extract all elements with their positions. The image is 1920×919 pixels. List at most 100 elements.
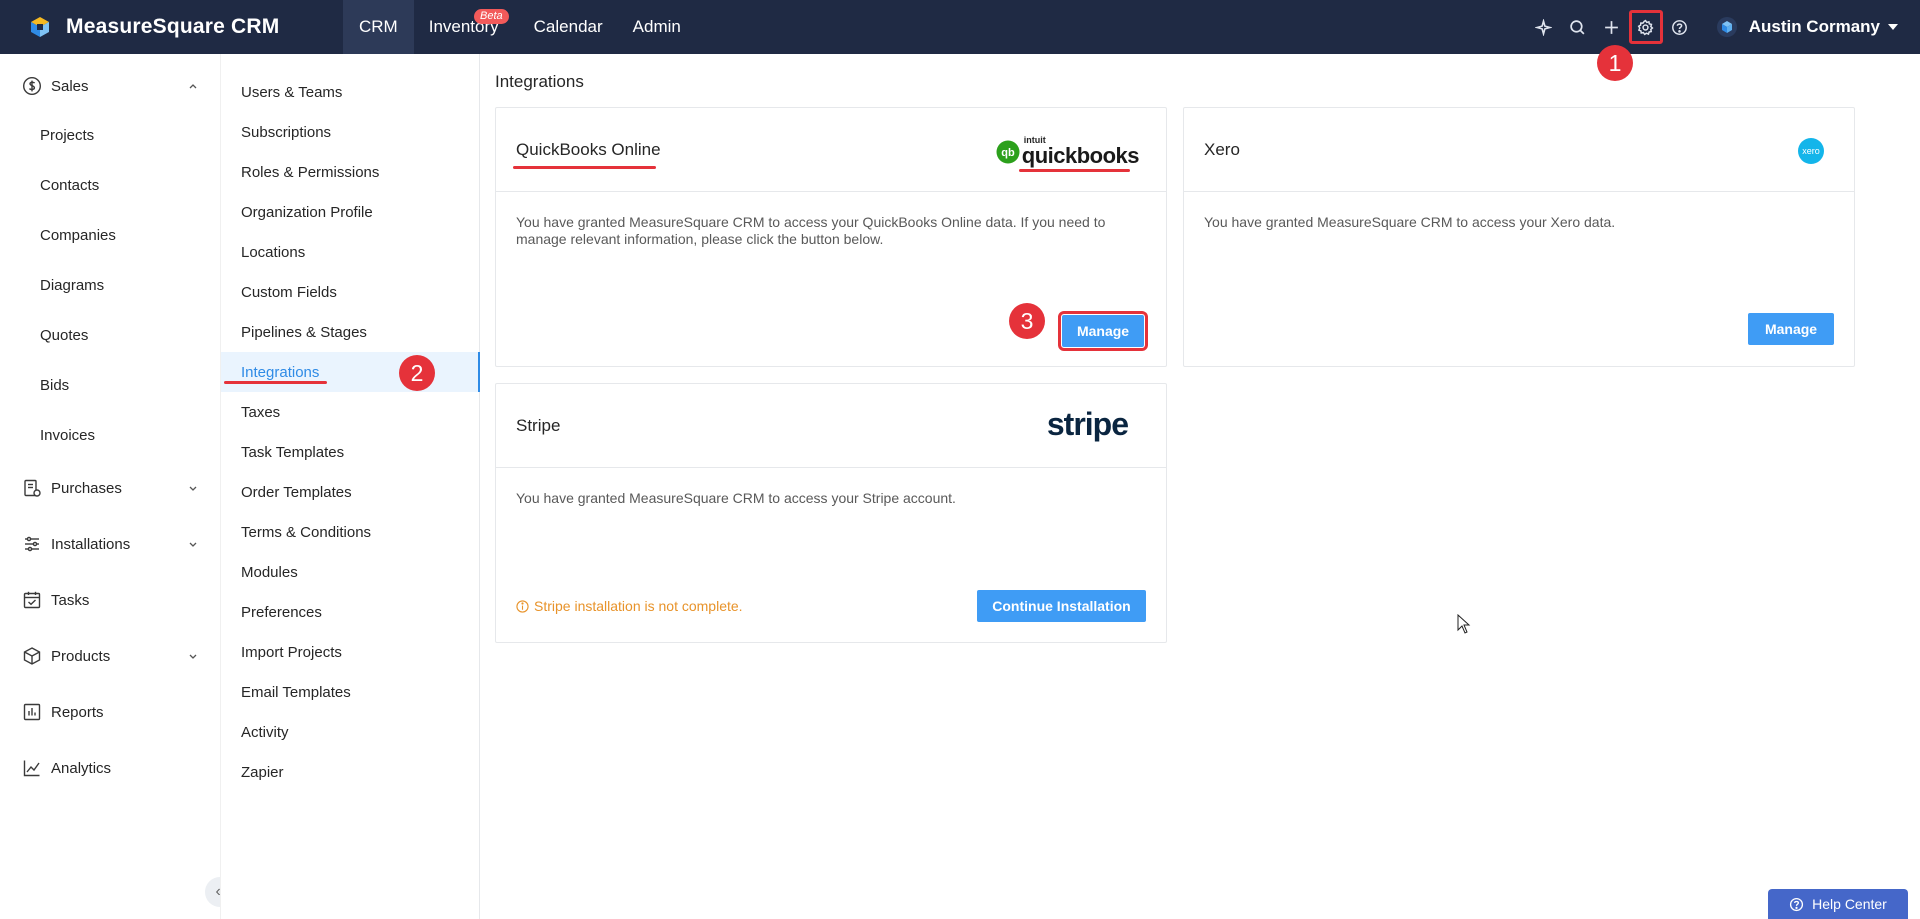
xero-logo-icon: xero — [1798, 138, 1824, 164]
topnav-calendar[interactable]: Calendar — [519, 0, 618, 54]
settings-item-locations[interactable]: Locations — [221, 232, 480, 272]
sidebar-item-label: Tasks — [51, 591, 90, 609]
svg-text:qb: qb — [1001, 147, 1015, 159]
settings-item-terms-conditions[interactable]: Terms & Conditions — [221, 512, 480, 552]
top-nav: CRM Inventory Beta Calendar Admin — [343, 0, 696, 54]
settings-item-modules[interactable]: Modules — [221, 552, 480, 592]
chevron-down-icon — [189, 486, 197, 491]
line-chart-icon — [23, 760, 40, 777]
settings-item-pipelines-stages[interactable]: Pipelines & Stages — [221, 312, 480, 352]
top-right-tools: Austin Cormany — [1527, 0, 1898, 54]
installation-icon — [25, 536, 39, 552]
sidebar-item-products[interactable]: Products — [0, 631, 220, 681]
quickbooks-logo-text: quickbooks — [1021, 143, 1140, 168]
stripe-logo-text: stripe — [1046, 406, 1129, 442]
step-marker-3: 3 — [1009, 303, 1045, 339]
sidebar-item-purchases[interactable]: Purchases — [0, 463, 220, 513]
settings-item-import-projects[interactable]: Import Projects — [221, 632, 480, 672]
settings-item-order-templates[interactable]: Order Templates — [221, 472, 480, 512]
sidebar: Sales Projects Contacts Companies Diagra… — [0, 54, 220, 919]
stripe-description: You have granted MeasureSquare CRM to ac… — [516, 490, 956, 506]
xero-logo-text: xero — [1802, 146, 1820, 156]
topnav-admin[interactable]: Admin — [618, 0, 696, 54]
help-icon[interactable] — [1663, 10, 1697, 44]
chevron-up-icon — [189, 84, 197, 89]
quickbooks-card: QuickBooks Online qb intuit quickbooks Y… — [495, 107, 1167, 367]
quickbooks-manage-button[interactable]: Manage — [1058, 311, 1148, 351]
stripe-warning-text: Stripe installation is not complete. — [534, 598, 743, 614]
gear-icon[interactable] — [1628, 10, 1663, 44]
sidebar-item-bids[interactable]: Bids — [0, 360, 220, 410]
quickbooks-qb-icon: qb — [996, 140, 1020, 163]
sidebar-item-projects[interactable]: Projects — [0, 110, 220, 160]
settings-item-subscriptions[interactable]: Subscriptions — [221, 112, 480, 152]
sidebar-item-label: Reports — [51, 703, 104, 721]
brand[interactable]: MeasureSquare CRM — [0, 0, 343, 54]
caret-down-icon — [1888, 24, 1898, 30]
xero-manage-button[interactable]: Manage — [1748, 313, 1834, 345]
chevron-down-icon — [189, 542, 197, 547]
help-icon — [1790, 897, 1804, 911]
sidebar-item-analytics[interactable]: Analytics — [0, 743, 220, 793]
xero-card-header: Xero xero — [1184, 108, 1854, 192]
sidebar-item-contacts[interactable]: Contacts — [0, 160, 220, 210]
top-bar: MeasureSquare CRM CRM Inventory Beta Cal… — [0, 0, 1920, 54]
settings-item-organization-profile[interactable]: Organization Profile — [221, 192, 480, 232]
settings-item-integrations[interactable]: Integrations — [221, 352, 480, 392]
sidebar-item-label: Analytics — [51, 759, 112, 777]
sidebar-item-reports[interactable]: Reports — [0, 687, 220, 737]
settings-item-email-templates[interactable]: Email Templates — [221, 672, 480, 712]
sidebar-item-companies[interactable]: Companies — [0, 210, 220, 260]
xero-card: Xero xero You have granted MeasureSquare… — [1183, 107, 1855, 367]
chevron-down-icon — [189, 654, 197, 659]
xero-description: You have granted MeasureSquare CRM to ac… — [1204, 214, 1616, 230]
quickbooks-card-header: QuickBooks Online qb intuit quickbooks — [496, 108, 1166, 192]
sidebar-item-label: Installations — [51, 535, 131, 553]
page-title: Integrations — [495, 72, 584, 91]
sidebar-item-quotes[interactable]: Quotes — [0, 310, 220, 360]
xero-title: Xero — [1204, 140, 1240, 159]
avatar — [1716, 17, 1737, 37]
quickbooks-logo: qb intuit quickbooks — [996, 136, 1140, 168]
settings-item-preferences[interactable]: Preferences — [221, 592, 480, 632]
topnav-inventory[interactable]: Inventory Beta — [414, 0, 509, 54]
user-menu[interactable]: Austin Cormany — [1716, 17, 1898, 37]
stripe-continue-installation-button[interactable]: Continue Installation — [977, 590, 1146, 622]
settings-item-users-teams[interactable]: Users & Teams — [221, 72, 480, 112]
sidebar-item-tasks[interactable]: Tasks — [0, 575, 220, 625]
sidebar-item-installations[interactable]: Installations — [0, 519, 220, 569]
stripe-warning: Stripe installation is not complete. — [516, 598, 743, 614]
stripe-title: Stripe — [516, 416, 561, 435]
brand-logo-icon — [31, 17, 49, 37]
purchase-receipt-icon — [24, 479, 41, 497]
settings-item-activity[interactable]: Activity — [221, 712, 480, 752]
settings-item-custom-fields[interactable]: Custom Fields — [221, 272, 480, 312]
annotation-underline-integrations — [224, 381, 327, 384]
user-name: Austin Cormany — [1748, 17, 1880, 36]
step-marker-1: 1 — [1597, 45, 1633, 81]
sidebar-item-label: Purchases — [51, 479, 122, 497]
sidebar-item-diagrams[interactable]: Diagrams — [0, 260, 220, 310]
settings-item-zapier[interactable]: Zapier — [221, 752, 480, 792]
quickbooks-description: You have granted MeasureSquare CRM to ac… — [516, 214, 1106, 247]
search-icon[interactable] — [1561, 10, 1595, 44]
app-title: MeasureSquare CRM — [66, 15, 280, 38]
settings-item-roles-permissions[interactable]: Roles & Permissions — [221, 152, 480, 192]
topnav-crm[interactable]: CRM — [343, 0, 414, 54]
sidebar-item-invoices[interactable]: Invoices — [0, 410, 220, 460]
beta-badge: Beta — [474, 9, 509, 24]
sidebar-item-label: Sales — [51, 77, 89, 95]
settings-item-taxes[interactable]: Taxes — [221, 392, 480, 432]
settings-item-task-templates[interactable]: Task Templates — [221, 432, 480, 472]
dollar-icon — [22, 76, 42, 96]
sidebar-item-sales[interactable]: Sales — [0, 61, 220, 111]
stripe-card-header: Stripe stripe — [496, 384, 1166, 468]
info-circle-icon — [516, 599, 529, 613]
sparkle-icon[interactable] — [1527, 10, 1561, 44]
annotation-underline-quickbooks-title — [513, 166, 656, 169]
step-marker-2: 2 — [399, 355, 435, 391]
plus-icon[interactable] — [1595, 10, 1629, 44]
help-center-button[interactable]: Help Center — [1768, 889, 1908, 919]
calendar-check-icon — [23, 591, 41, 609]
stripe-card: Stripe stripe You have granted MeasureSq… — [495, 383, 1167, 643]
